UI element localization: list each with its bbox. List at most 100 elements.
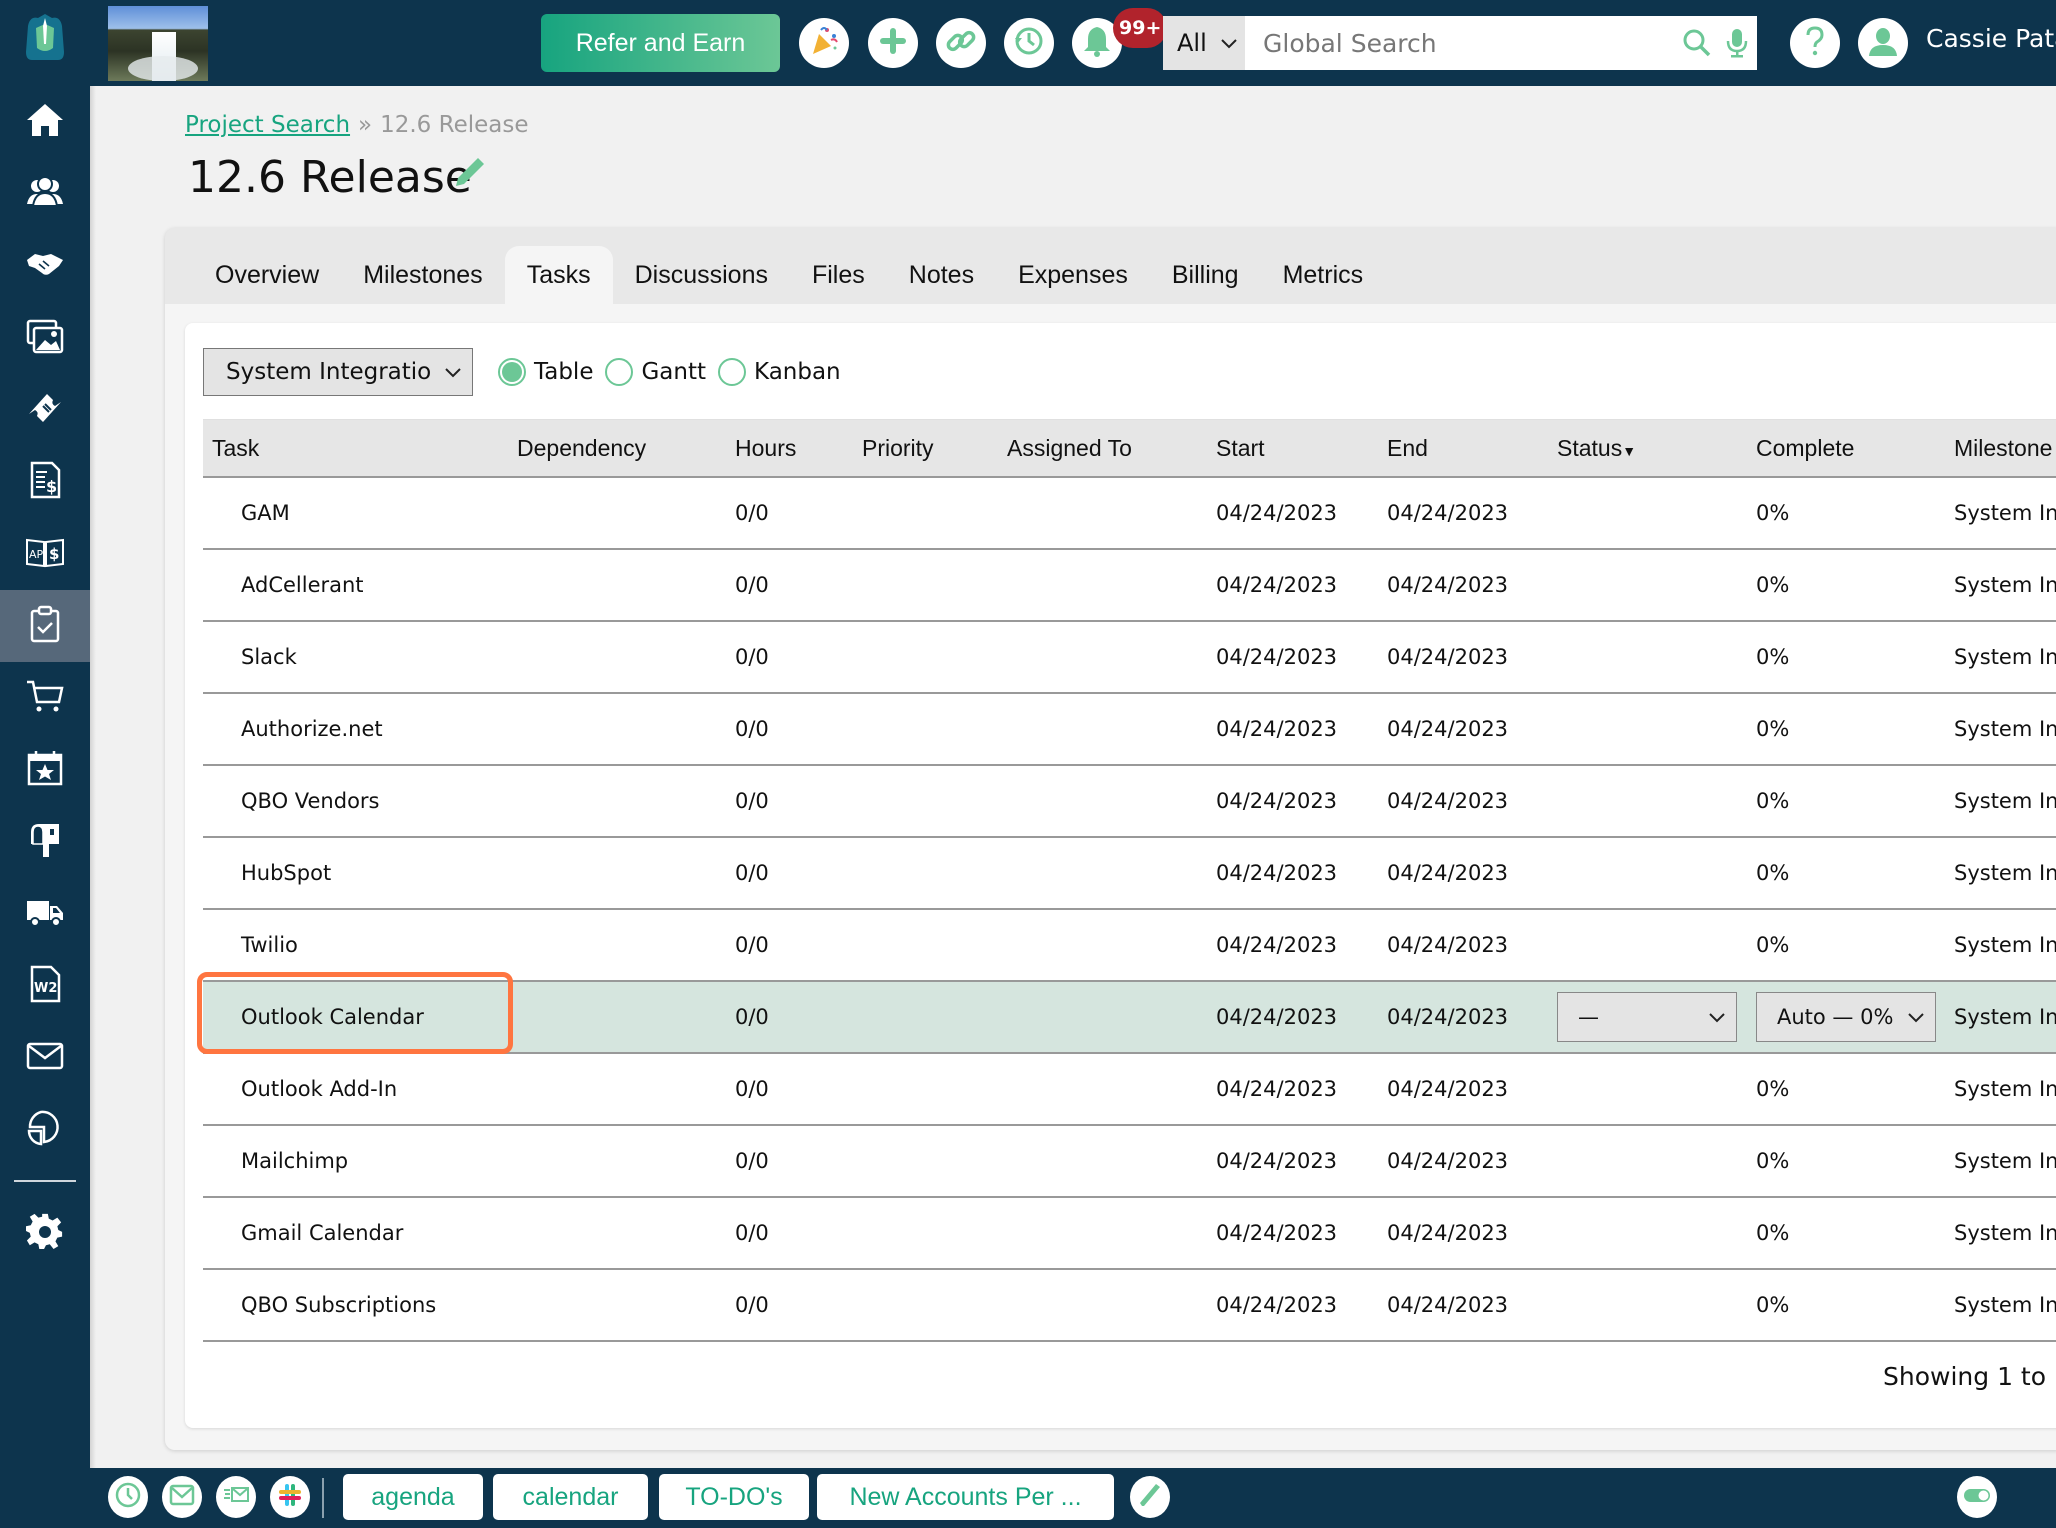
table-row[interactable]: HubSpot 0/0 04/24/2023 04/24/2023 0% System I…: [203, 837, 2056, 910]
shortcut-calendar-button[interactable]: calendar: [493, 1474, 648, 1520]
cell-task-name[interactable]: Gmail Calendar: [203, 1197, 508, 1270]
user-name[interactable]: Cassie Pata: [1926, 24, 2056, 53]
cell-task-name[interactable]: HubSpot: [203, 837, 508, 910]
search-icon[interactable]: [1677, 16, 1717, 70]
cell-task-name[interactable]: Authorize.net: [203, 693, 508, 766]
shortcut-todos-button[interactable]: TO-DO's: [659, 1474, 809, 1520]
cell-task-name[interactable]: QBO Vendors: [203, 765, 508, 838]
sidebar-item-email[interactable]: [0, 1022, 90, 1094]
toggle-mode-button[interactable]: [1957, 1476, 1997, 1518]
cell-task-name[interactable]: AdCellerant: [203, 549, 508, 622]
sidebar-item-home[interactable]: [0, 86, 90, 158]
column-header-dependency[interactable]: Dependency: [508, 420, 726, 478]
edit-title-button[interactable]: [452, 156, 486, 190]
sidebar-item-payroll[interactable]: W2: [0, 950, 90, 1022]
cell-task-name[interactable]: QBO Subscriptions: [203, 1269, 508, 1342]
view-kanban-label[interactable]: Kanban: [754, 359, 841, 385]
column-header-end[interactable]: End: [1378, 420, 1548, 478]
table-row[interactable]: Mailchimp 0/0 04/24/2023 04/24/2023 0% System…: [203, 1125, 2056, 1198]
table-row[interactable]: Slack 0/0 04/24/202304/24/2023 0%System Int…: [203, 621, 2056, 694]
cell-task-name[interactable]: Slack: [203, 621, 508, 694]
table-row[interactable]: QBO Subscriptions 0/0 04/24/2023 04/24/2023…: [203, 1269, 2056, 1342]
sidebar-item-media[interactable]: [0, 302, 90, 374]
tab-notes[interactable]: Notes: [887, 246, 996, 304]
table-row[interactable]: Authorize.net 0/0 04/24/2023 04/24/2023 0% Sy…: [203, 693, 2056, 766]
column-header-priority[interactable]: Priority: [853, 420, 998, 478]
tab-overview[interactable]: Overview: [193, 246, 341, 304]
sidebar-item-ap-ar[interactable]: AP $: [0, 518, 90, 590]
status-select[interactable]: —: [1557, 992, 1737, 1042]
quick-add-button[interactable]: [868, 18, 918, 68]
company-banner-image[interactable]: [108, 6, 208, 81]
view-gantt-radio[interactable]: [605, 358, 634, 386]
cell-end-date: 04/24/2023: [1378, 837, 1548, 910]
milestone-filter-select[interactable]: System Integration: [203, 348, 473, 396]
table-row[interactable]: QBO Vendors 0/0 04/24/2023 04/24/2023 0% Syst…: [203, 765, 2056, 838]
cell-dependency: [508, 1197, 726, 1270]
column-header-hours[interactable]: Hours: [726, 420, 853, 478]
sidebar-item-invoices[interactable]: $: [0, 446, 90, 518]
tab-discussions[interactable]: Discussions: [613, 246, 790, 304]
column-header-complete[interactable]: Complete: [1747, 420, 1945, 478]
quick-links-button[interactable]: [936, 18, 986, 68]
tab-expenses[interactable]: Expenses: [996, 246, 1150, 304]
column-header-assigned-to[interactable]: Assigned To: [998, 420, 1207, 478]
app-logo-icon[interactable]: [22, 12, 68, 62]
complete-select[interactable]: Auto — 0%: [1756, 992, 1936, 1042]
view-gantt-label[interactable]: Gantt: [641, 359, 706, 385]
email-button[interactable]: [162, 1476, 202, 1518]
microphone-icon[interactable]: [1717, 16, 1757, 70]
time-clock-button[interactable]: [108, 1476, 148, 1518]
shortcut-new-accounts-button[interactable]: New Accounts Per ...: [817, 1474, 1114, 1520]
tab-files[interactable]: Files: [790, 246, 887, 304]
shortcut-agenda-button[interactable]: agenda: [343, 1474, 483, 1520]
sidebar-item-tickets[interactable]: [0, 374, 90, 446]
sidebar-item-mailing[interactable]: [0, 806, 90, 878]
refer-and-earn-button[interactable]: Refer and Earn: [541, 14, 780, 72]
sidebar-item-shipping[interactable]: [0, 878, 90, 950]
column-header-task[interactable]: Task: [203, 420, 508, 478]
cell-priority: [853, 837, 998, 910]
bottom-toolbar: agenda calendar TO-DO's New Accounts Per…: [90, 1468, 2056, 1528]
tab-milestones[interactable]: Milestones: [341, 246, 505, 304]
view-table-label[interactable]: Table: [534, 359, 593, 385]
sidebar-item-projects[interactable]: [0, 590, 90, 662]
celebration-button[interactable]: [799, 18, 849, 68]
column-header-status[interactable]: Status▼: [1548, 420, 1747, 478]
breadcrumb-project-search-link[interactable]: Project Search: [185, 112, 350, 138]
column-header-start[interactable]: Start: [1207, 420, 1378, 478]
cell-task-name[interactable]: Outlook Add-In: [203, 1053, 508, 1126]
mass-email-button[interactable]: [216, 1476, 256, 1518]
table-row[interactable]: Gmail Calendar 0/0 04/24/2023 04/24/2023 0% S…: [203, 1197, 2056, 1270]
cell-task-name[interactable]: GAM: [203, 477, 508, 550]
view-table-radio[interactable]: [498, 358, 526, 386]
sidebar-item-reports[interactable]: [0, 1094, 90, 1166]
user-avatar[interactable]: [1858, 18, 1908, 68]
tab-tasks[interactable]: Tasks: [504, 246, 613, 304]
table-row[interactable]: Outlook Add-In 0/0 04/24/2023 04/24/2023 0% S…: [203, 1053, 2056, 1126]
edit-shortcuts-button[interactable]: [1130, 1476, 1170, 1518]
sidebar-item-events[interactable]: [0, 734, 90, 806]
table-row[interactable]: AdCellerant 0/0 04/24/2023 04/24/2023 0% Syst…: [203, 549, 2056, 622]
cart-icon: [25, 676, 65, 720]
table-row[interactable]: GAM 0/0 04/24/202304/24/2023 0%System Integ…: [203, 477, 2056, 550]
sidebar-item-contacts[interactable]: [0, 158, 90, 230]
table-row[interactable]: Twilio 0/0 04/24/202304/24/2023 0%System In…: [203, 909, 2056, 982]
slack-button[interactable]: [270, 1476, 310, 1518]
sidebar-item-deals[interactable]: [0, 230, 90, 302]
global-search-input[interactable]: [1245, 16, 1677, 70]
column-header-milestone[interactable]: Milestone: [1945, 420, 2056, 478]
cell-task-name[interactable]: Mailchimp: [203, 1125, 508, 1198]
cell-task-name[interactable]: Twilio: [203, 909, 508, 982]
cell-task-name[interactable]: Outlook Calendar: [203, 981, 508, 1054]
search-scope-select[interactable]: All: [1163, 16, 1245, 70]
history-button[interactable]: [1004, 18, 1054, 68]
table-row[interactable]: Outlook Calendar 0/0 04/24/2023 04/24/2023 —…: [203, 981, 2056, 1054]
view-kanban-radio[interactable]: [718, 358, 747, 386]
sidebar-item-settings[interactable]: [0, 1198, 90, 1270]
sidebar-item-orders[interactable]: [0, 662, 90, 734]
help-button[interactable]: [1790, 18, 1840, 68]
calendar-star-icon: [25, 748, 65, 792]
tab-metrics[interactable]: Metrics: [1261, 246, 1386, 304]
tab-billing[interactable]: Billing: [1150, 246, 1261, 304]
